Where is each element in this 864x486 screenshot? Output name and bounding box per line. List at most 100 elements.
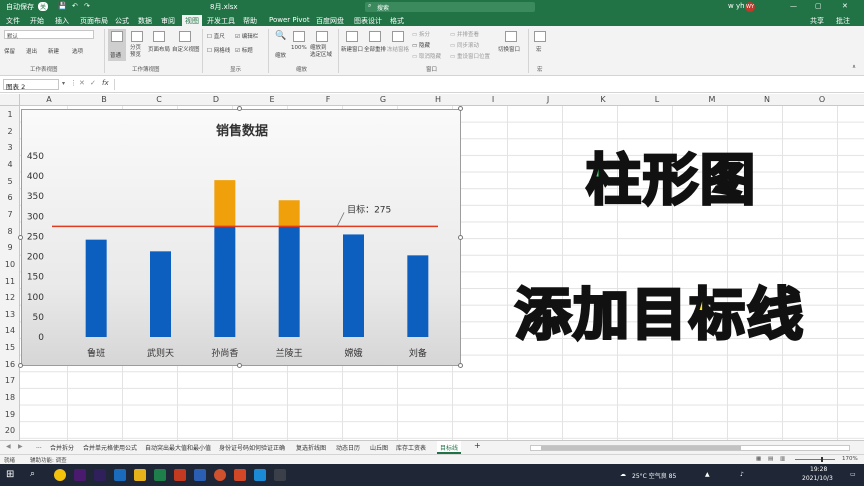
row-header[interactable]: 5 (0, 177, 20, 186)
add-sheet-button[interactable]: + (474, 441, 481, 450)
column-header[interactable]: G (373, 95, 393, 104)
row-header[interactable]: 2 (0, 127, 20, 136)
weather-text[interactable]: 25°C 空气良 85 (632, 471, 676, 480)
column-header[interactable]: E (262, 95, 282, 104)
search-box[interactable]: ⌕ 搜索 (365, 2, 535, 12)
sheet-view-dropdown[interactable]: 默认 (4, 30, 94, 40)
tab-help[interactable]: 帮助 (243, 16, 257, 26)
premiere-pro-icon[interactable] (94, 469, 106, 481)
resize-handle[interactable] (18, 363, 23, 368)
weather-icon[interactable]: ☁ (620, 471, 626, 478)
row-header[interactable]: 20 (0, 426, 20, 435)
column-header[interactable]: L (647, 95, 667, 104)
save-icon[interactable]: 💾 (58, 2, 67, 10)
sheet-tab[interactable]: 合并拆分 (50, 443, 74, 452)
formula-input[interactable] (114, 79, 854, 90)
exit-button[interactable]: 退出 (26, 47, 37, 55)
folder-icon[interactable] (134, 469, 146, 481)
row-header[interactable]: 9 (0, 243, 20, 252)
side-by-side-button[interactable]: ▭ 并排查看 (450, 30, 479, 38)
row-header[interactable]: 7 (0, 210, 20, 219)
row-header[interactable]: 18 (0, 393, 20, 402)
row-header[interactable]: 11 (0, 277, 20, 286)
minimize-button[interactable]: — (790, 2, 797, 10)
zoom-selection-button[interactable]: 缩放到 选定区域 (310, 29, 334, 61)
select-all-button[interactable] (0, 94, 20, 106)
resize-handle[interactable] (237, 363, 242, 368)
app-icon[interactable] (174, 469, 186, 481)
sheet-tab[interactable]: 合并单元格使用公式 (83, 443, 137, 452)
gridlines-checkbox[interactable]: ☐ 网格线 (207, 46, 230, 54)
formula-bar-checkbox[interactable]: ☑ 编辑栏 (235, 32, 258, 40)
sheet-tab[interactable]: 山丘图 (370, 443, 388, 452)
resize-handle[interactable] (237, 106, 242, 111)
close-button[interactable]: ✕ (842, 2, 848, 10)
tab-home[interactable]: 开始 (30, 16, 44, 26)
custom-views-button[interactable]: 自定义视图 (172, 29, 200, 61)
row-header[interactable]: 8 (0, 227, 20, 236)
clock-time[interactable]: 19:28 (810, 466, 827, 473)
freeze-panes-button[interactable]: 冻结窗格 (387, 29, 409, 61)
row-header[interactable]: 4 (0, 160, 20, 169)
resize-handle[interactable] (458, 106, 463, 111)
word-icon[interactable] (194, 469, 206, 481)
sheet-tab[interactable]: 库存工资表 (396, 443, 426, 452)
screen-capture-icon[interactable] (254, 469, 266, 481)
share-button[interactable]: 共享 (810, 16, 824, 26)
sheet-tab[interactable]: 动态日历 (336, 443, 360, 452)
scroll-right-icon[interactable]: ▶ (18, 443, 23, 450)
horizontal-scrollbar[interactable] (530, 445, 850, 451)
normal-view-button[interactable]: 普通 (108, 29, 126, 61)
clock-date[interactable]: 2021/10/3 (802, 475, 833, 482)
tab-baidu[interactable]: 百度网盘 (316, 16, 344, 26)
name-box-dropdown-icon[interactable]: ▾ (62, 80, 65, 87)
sheet-tab[interactable]: 自动突出最大值和最小值 (145, 443, 211, 452)
page-layout-icon[interactable]: ▤ (768, 456, 773, 462)
column-header[interactable]: F (318, 95, 338, 104)
column-header[interactable]: K (593, 95, 613, 104)
unhide-button[interactable]: ▭ 取消隐藏 (412, 52, 441, 60)
switch-windows-button[interactable]: 切换窗口 (498, 29, 524, 61)
network-icon[interactable]: ▲ (705, 471, 710, 478)
keep-button[interactable]: 保留 (4, 47, 15, 55)
reset-position-button[interactable]: ▭ 重设窗口位置 (450, 52, 490, 60)
row-header[interactable]: 13 (0, 310, 20, 319)
tab-power-pivot[interactable]: Power Pivot (269, 16, 310, 24)
settings-app-icon[interactable] (274, 469, 286, 481)
excel-icon[interactable] (154, 469, 166, 481)
column-header[interactable]: M (702, 95, 722, 104)
normal-view-icon[interactable]: ▦ (756, 456, 761, 462)
split-button[interactable]: ▭ 拆分 (412, 30, 430, 38)
column-header[interactable]: A (39, 95, 59, 104)
tab-file[interactable]: 文件 (6, 16, 20, 26)
page-break-button[interactable]: 分页 预览 (128, 29, 146, 61)
resize-handle[interactable] (458, 363, 463, 368)
cancel-icon[interactable]: ✕ (79, 79, 85, 87)
undo-icon[interactable]: ↶ (72, 2, 78, 10)
tab-chart-design[interactable]: 图表设计 (354, 16, 382, 26)
name-box[interactable]: 图表 2 (3, 79, 59, 91)
row-header[interactable]: 3 (0, 143, 20, 152)
redo-icon[interactable]: ↷ (84, 2, 90, 10)
page-break-icon[interactable]: ▥ (780, 456, 785, 462)
tab-developer[interactable]: 开发工具 (207, 16, 235, 26)
row-header[interactable]: 12 (0, 293, 20, 302)
premiere-icon[interactable] (74, 469, 86, 481)
ruler-checkbox[interactable]: ☐ 直尺 (207, 32, 225, 40)
page-layout-button[interactable]: 页面布局 (148, 29, 170, 61)
tab-page-layout[interactable]: 页面布局 (80, 16, 108, 26)
tab-insert[interactable]: 插入 (55, 16, 69, 26)
zoom-level[interactable]: 170% (842, 456, 858, 462)
hide-button[interactable]: ▭ 隐藏 (412, 41, 430, 49)
resize-handle[interactable] (458, 235, 463, 240)
zoom-slider-thumb[interactable] (821, 457, 823, 462)
accessibility-status[interactable]: 辅助功能: 调查 (30, 456, 67, 464)
maximize-button[interactable]: ▢ (815, 2, 822, 10)
powerpoint-icon[interactable] (234, 469, 246, 481)
row-header[interactable]: 19 (0, 410, 20, 419)
zoom-slider[interactable] (795, 457, 835, 462)
sync-scroll-button[interactable]: ▭ 同步滚动 (450, 41, 479, 49)
browser-icon[interactable] (114, 469, 126, 481)
headings-checkbox[interactable]: ☑ 标题 (235, 46, 253, 54)
chrome-icon[interactable] (54, 469, 66, 481)
